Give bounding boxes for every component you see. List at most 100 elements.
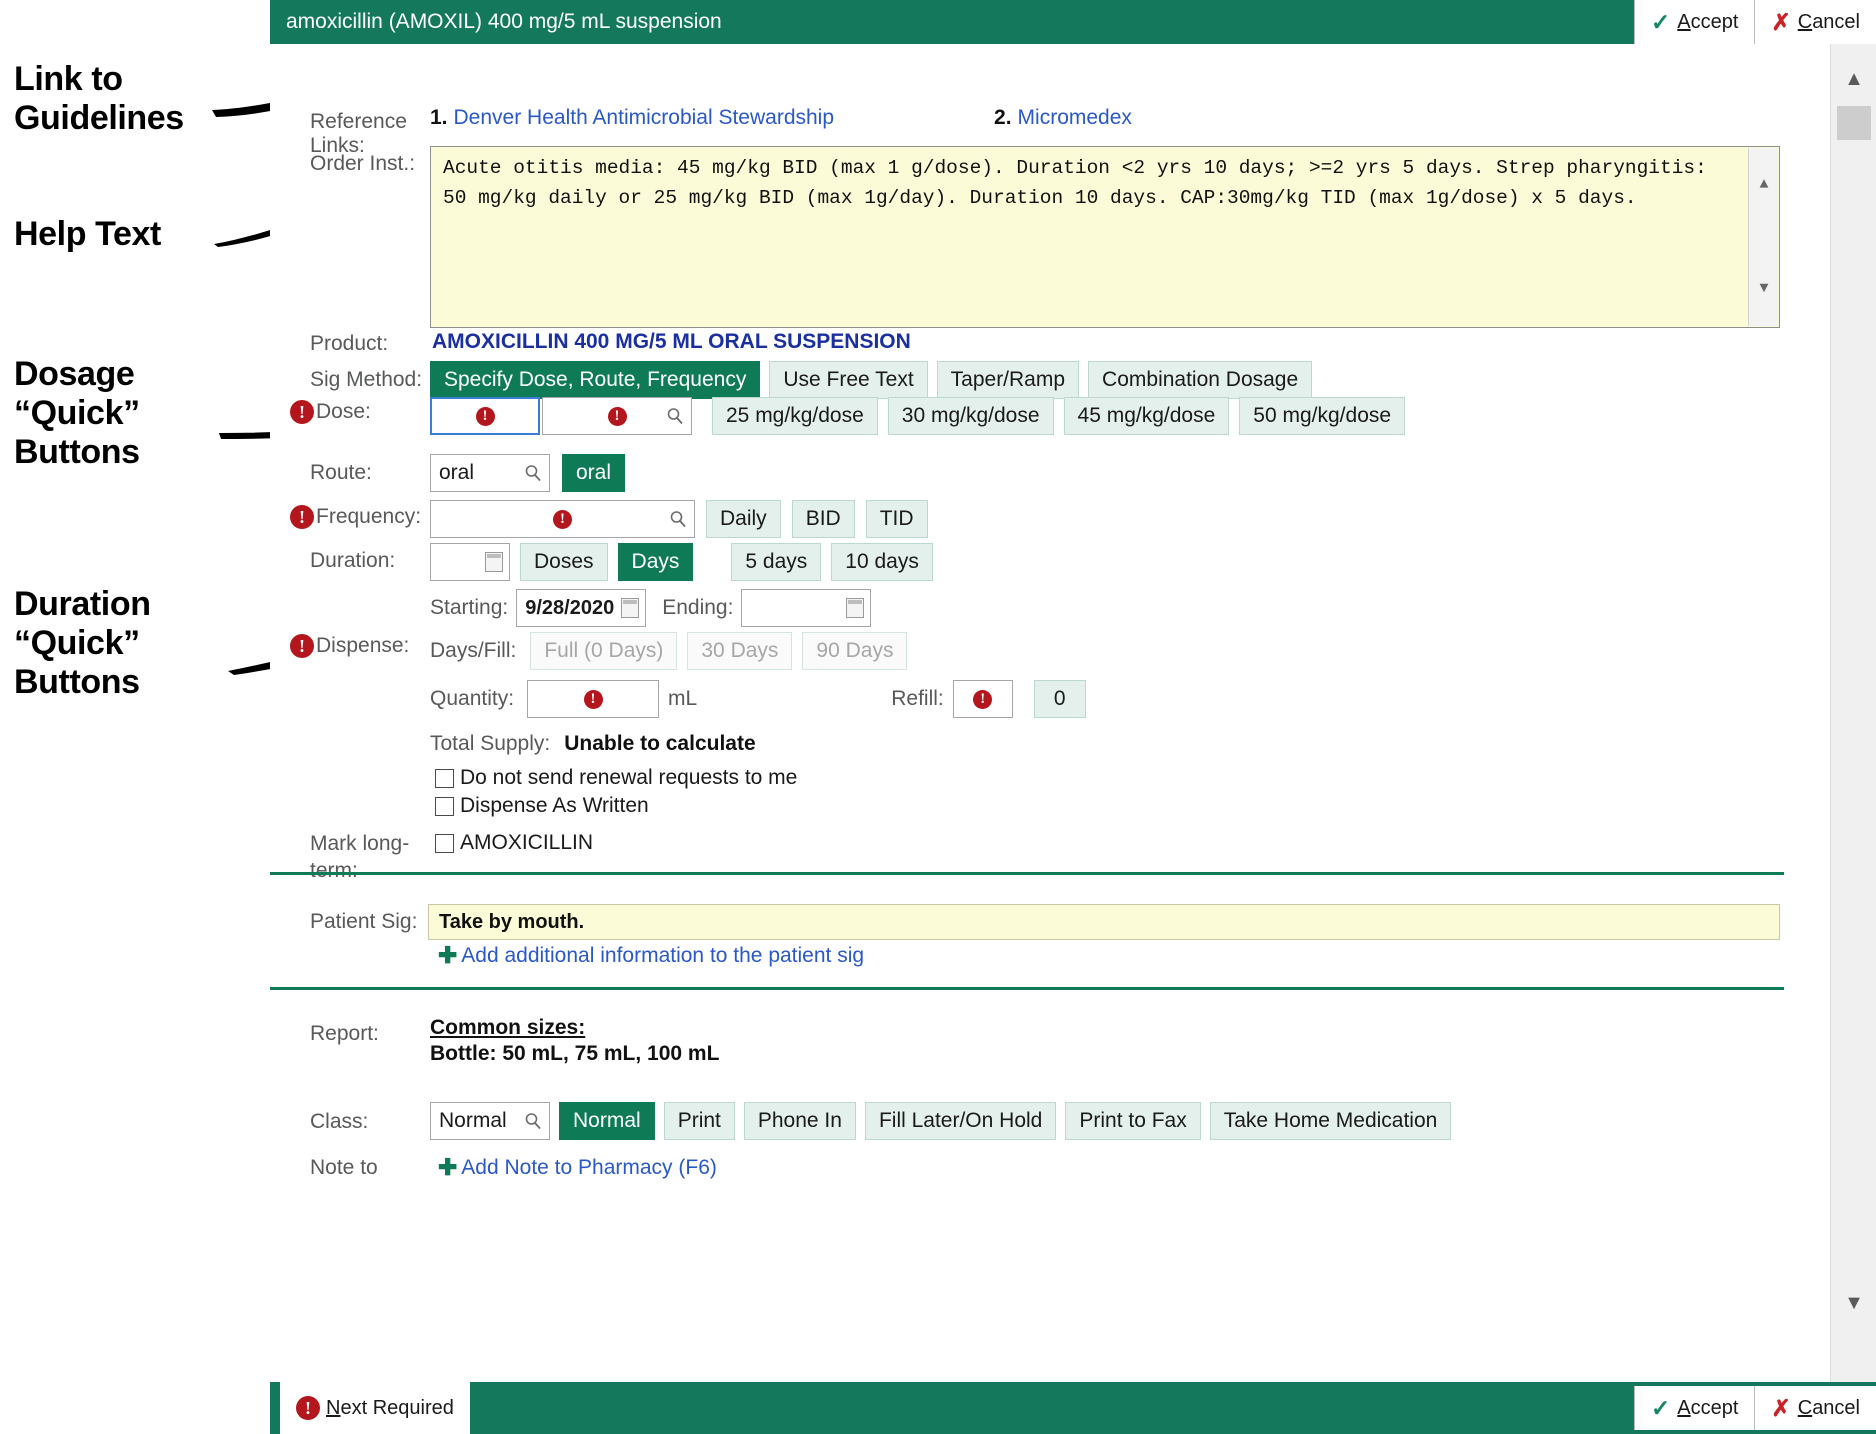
- starting-date-input[interactable]: 9/28/2020: [516, 589, 647, 627]
- search-icon[interactable]: [524, 1112, 542, 1130]
- plus-icon: ✚: [438, 942, 458, 968]
- plus-icon: ✚: [438, 1154, 458, 1180]
- checkbox-icon[interactable]: [435, 833, 454, 853]
- checkbox-no-renewal-requests[interactable]: Do not send renewal requests to me: [435, 766, 797, 790]
- dose-quick-30[interactable]: 30 mg/kg/dose: [887, 397, 1054, 435]
- accept-button[interactable]: ✓ Accept: [1634, 0, 1755, 44]
- reference-link-2[interactable]: Micromedex: [1018, 106, 1132, 130]
- frequency-quick-daily[interactable]: Daily: [706, 500, 781, 538]
- refill-input[interactable]: !: [952, 680, 1013, 718]
- dispense-required-icon: !: [290, 634, 314, 658]
- checkbox-icon[interactable]: [435, 768, 454, 788]
- days-fill-90-days[interactable]: 90 Days: [802, 632, 908, 670]
- scroll-up-icon[interactable]: ▲: [1831, 56, 1876, 102]
- class-quick-print[interactable]: Print: [663, 1102, 735, 1140]
- total-supply-value: Unable to calculate: [564, 732, 756, 755]
- calendar-icon[interactable]: [485, 552, 503, 572]
- calendar-icon[interactable]: [846, 598, 865, 618]
- frequency-quick-tid[interactable]: TID: [865, 500, 928, 538]
- dose-amount-input[interactable]: !: [430, 397, 540, 435]
- duration-unit-days[interactable]: Days: [617, 543, 694, 581]
- frequency-input-required-icon: !: [553, 509, 572, 529]
- starting-date-value: 9/28/2020: [525, 596, 615, 619]
- checkbox-dispense-as-written[interactable]: Dispense As Written: [435, 794, 649, 818]
- dates-row: Starting: 9/28/2020 Ending:: [430, 589, 872, 627]
- dose-label-group: ! Dose:: [290, 400, 371, 424]
- order-inst-scrollbar[interactable]: ▲ ▼: [1748, 148, 1778, 326]
- duration-quick-10-days[interactable]: 10 days: [831, 543, 933, 581]
- footer-cancel-label-rest: ancel: [1812, 1396, 1860, 1419]
- dose-quick-45[interactable]: 45 mg/kg/dose: [1063, 397, 1230, 435]
- checkbox-dispense-as-written-label: Dispense As Written: [460, 794, 649, 817]
- search-icon[interactable]: [524, 464, 542, 482]
- scroll-down-icon[interactable]: ▼: [1831, 1280, 1876, 1326]
- sig-method-use-free-text[interactable]: Use Free Text: [769, 361, 928, 399]
- sig-method-combination-dosage[interactable]: Combination Dosage: [1088, 361, 1313, 399]
- next-required-button[interactable]: ! Next Required: [280, 1382, 470, 1434]
- report-line: Bottle: 50 mL, 75 mL, 100 mL: [430, 1042, 720, 1065]
- dose-quick-50[interactable]: 50 mg/kg/dose: [1239, 397, 1406, 435]
- frequency-row: ! Daily BID TID: [430, 500, 928, 538]
- order-instructions-textarea[interactable]: Acute otitis media: 45 mg/kg BID (max 1 …: [430, 146, 1780, 328]
- order-composer-dialog: amoxicillin (AMOXIL) 400 mg/5 mL suspens…: [270, 0, 1876, 1434]
- calendar-icon[interactable]: [621, 598, 640, 618]
- refill-required-icon: !: [973, 689, 993, 709]
- route-input[interactable]: oral: [430, 454, 550, 492]
- patient-sig-input[interactable]: Take by mouth.: [428, 904, 1780, 940]
- duration-input[interactable]: [430, 543, 510, 581]
- product-value: AMOXICILLIN 400 MG/5 ML ORAL SUSPENSION: [432, 330, 911, 353]
- x-icon: ✗: [1771, 8, 1791, 35]
- duration-unit-doses[interactable]: Doses: [520, 543, 608, 581]
- route-row: oral oral: [430, 454, 626, 492]
- days-fill-full[interactable]: Full (0 Days): [530, 632, 678, 670]
- quantity-required-icon: !: [583, 689, 603, 709]
- class-label: Class:: [310, 1110, 369, 1133]
- frequency-quick-bid[interactable]: BID: [791, 500, 855, 538]
- order-inst-scroll-up-icon[interactable]: ▲: [1749, 170, 1779, 200]
- refill-quick-0[interactable]: 0: [1033, 680, 1086, 718]
- checkbox-icon[interactable]: [435, 796, 454, 816]
- dialog-footer: ! Next Required ✓ Accept ✗ Cancel: [270, 1382, 1876, 1434]
- add-note-to-pharmacy-link[interactable]: ✚ Add Note to Pharmacy (F6): [438, 1154, 717, 1181]
- days-fill-30-days[interactable]: 30 Days: [687, 632, 793, 670]
- patient-sig-value: Take by mouth.: [439, 910, 585, 933]
- order-inst-label: Order Inst.:: [310, 152, 416, 175]
- dialog-titlebar: amoxicillin (AMOXIL) 400 mg/5 mL suspens…: [270, 0, 1876, 44]
- dose-unit-input[interactable]: !: [542, 397, 692, 435]
- annotation-dosage-quick-buttons: Dosage “Quick” Buttons: [14, 355, 140, 472]
- dose-required-icon: !: [290, 400, 314, 424]
- dispense-label: Dispense:: [316, 634, 410, 657]
- checkbox-mark-long-term-amoxicillin[interactable]: AMOXICILLIN: [435, 831, 593, 855]
- dialog-scrollbar[interactable]: ▲ ▼: [1830, 44, 1876, 1382]
- add-patient-sig-info-link[interactable]: ✚ Add additional information to the pati…: [438, 942, 864, 969]
- search-icon[interactable]: [669, 510, 687, 528]
- cancel-button[interactable]: ✗ Cancel: [1754, 0, 1876, 44]
- footer-cancel-button[interactable]: ✗ Cancel: [1754, 1386, 1876, 1430]
- footer-accept-label-rest: ccept: [1690, 1396, 1739, 1419]
- mark-long-term-label: Mark long- term:: [310, 830, 409, 885]
- ending-date-input[interactable]: [741, 589, 872, 627]
- dose-row: ! ! 25 mg/kg/dose 30 mg/kg/dose 45 mg/kg…: [430, 397, 1406, 435]
- class-quick-fill-later-on-hold[interactable]: Fill Later/On Hold: [864, 1102, 1057, 1140]
- scrollbar-thumb[interactable]: [1837, 106, 1871, 140]
- class-input[interactable]: Normal: [430, 1102, 550, 1140]
- quantity-input[interactable]: !: [527, 680, 660, 718]
- class-quick-normal[interactable]: Normal: [559, 1102, 655, 1140]
- order-instructions-text: Acute otitis media: 45 mg/kg BID (max 1 …: [443, 157, 1707, 209]
- sig-method-taper-ramp[interactable]: Taper/Ramp: [936, 361, 1080, 399]
- duration-quick-5-days[interactable]: 5 days: [731, 543, 822, 581]
- frequency-label-group: ! Frequency:: [290, 505, 421, 529]
- class-quick-phone-in[interactable]: Phone In: [743, 1102, 856, 1140]
- sig-method-specify-dose[interactable]: Specify Dose, Route, Frequency: [430, 361, 761, 399]
- dialog-title: amoxicillin (AMOXIL) 400 mg/5 mL suspens…: [286, 10, 722, 33]
- frequency-input[interactable]: !: [430, 500, 695, 538]
- route-quick-oral[interactable]: oral: [562, 454, 626, 492]
- footer-accept-button[interactable]: ✓ Accept: [1634, 1386, 1755, 1430]
- dose-quick-25[interactable]: 25 mg/kg/dose: [712, 397, 878, 435]
- reference-link-1[interactable]: Denver Health Antimicrobial Stewardship: [454, 106, 835, 130]
- class-quick-print-to-fax[interactable]: Print to Fax: [1065, 1102, 1201, 1140]
- order-inst-scroll-down-icon[interactable]: ▼: [1749, 274, 1779, 304]
- class-quick-take-home-medication[interactable]: Take Home Medication: [1209, 1102, 1452, 1140]
- total-supply-row: Total Supply: Unable to calculate: [430, 732, 756, 756]
- search-icon[interactable]: [666, 407, 684, 425]
